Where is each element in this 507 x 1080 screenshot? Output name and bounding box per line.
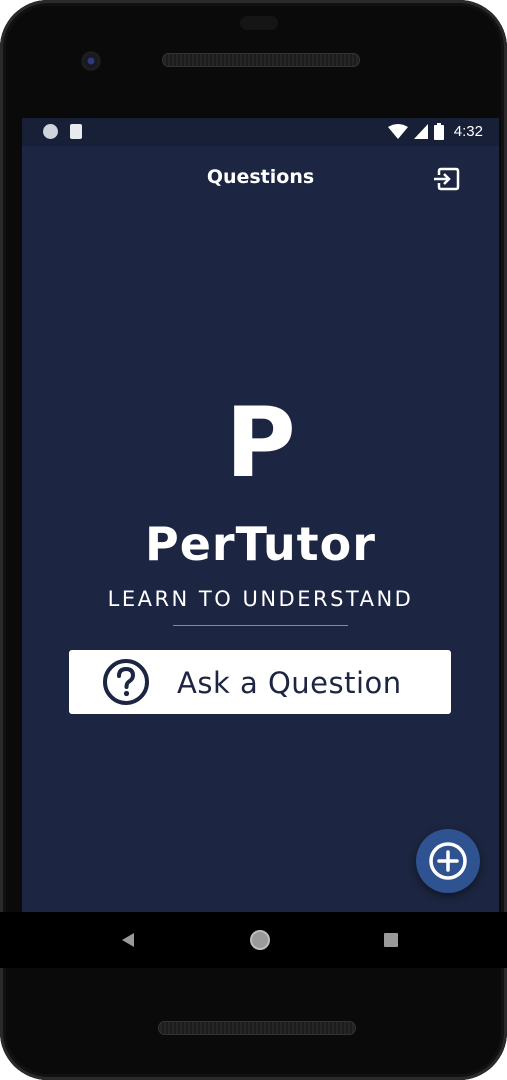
brand-tagline: LEARN TO UNDERSTAND — [107, 587, 414, 611]
logout-button[interactable] — [432, 164, 462, 194]
top-sensor — [240, 16, 278, 30]
plus-circle-icon — [429, 842, 467, 880]
phone-frame: 4:32 Questions P PerTutor LEARN TO UNDER… — [0, 0, 507, 1080]
bottom-speaker — [158, 1021, 356, 1035]
divider — [173, 625, 348, 626]
add-question-fab[interactable] — [416, 829, 480, 893]
status-bar: 4:32 — [22, 118, 499, 146]
home-icon[interactable] — [249, 929, 271, 951]
app-bar: Questions — [22, 146, 499, 210]
app-screen: 4:32 Questions P PerTutor LEARN TO UNDER… — [22, 118, 499, 912]
brand-name: PerTutor — [145, 517, 376, 571]
status-left-icons — [43, 124, 82, 139]
cellular-signal-icon — [413, 124, 428, 139]
sd-card-icon — [70, 124, 82, 139]
status-right-icons: 4:32 — [387, 123, 483, 140]
system-nav-bar — [0, 912, 507, 968]
back-icon[interactable] — [120, 932, 136, 948]
ask-question-button[interactable]: Ask a Question — [69, 650, 451, 714]
logout-icon — [434, 167, 460, 191]
question-circle-icon — [103, 659, 149, 705]
front-camera — [81, 51, 101, 71]
record-indicator-icon — [43, 124, 58, 139]
recents-icon[interactable] — [384, 933, 398, 947]
status-time: 4:32 — [453, 123, 483, 140]
earpiece-speaker — [162, 53, 360, 67]
logo-letter: P — [225, 387, 296, 499]
page-title: Questions — [206, 166, 315, 188]
ask-question-label: Ask a Question — [177, 666, 402, 700]
wifi-icon — [387, 123, 408, 139]
battery-icon — [433, 123, 444, 140]
